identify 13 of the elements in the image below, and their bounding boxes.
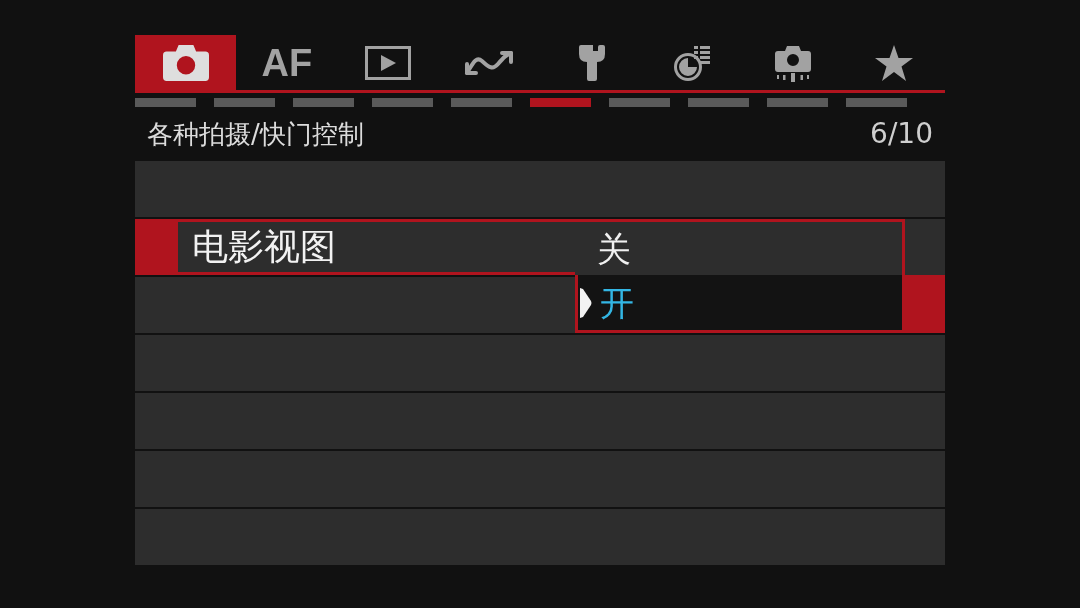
wave-arrows-icon	[463, 48, 516, 77]
option-item[interactable]: 关	[575, 219, 905, 275]
camera-dots-icon	[774, 43, 813, 82]
page-counter: 6/10	[870, 120, 933, 148]
section-title: 各种拍摄/快门控制	[147, 121, 364, 147]
pointer-icon	[580, 287, 592, 318]
menu-tab[interactable]: AF	[236, 35, 338, 90]
star-icon	[875, 44, 914, 81]
play-icon	[365, 45, 412, 80]
disc-list-icon	[672, 43, 711, 82]
camera-icon	[162, 44, 209, 81]
menu-tab[interactable]	[135, 35, 237, 90]
option-item[interactable]: 开	[575, 275, 905, 333]
